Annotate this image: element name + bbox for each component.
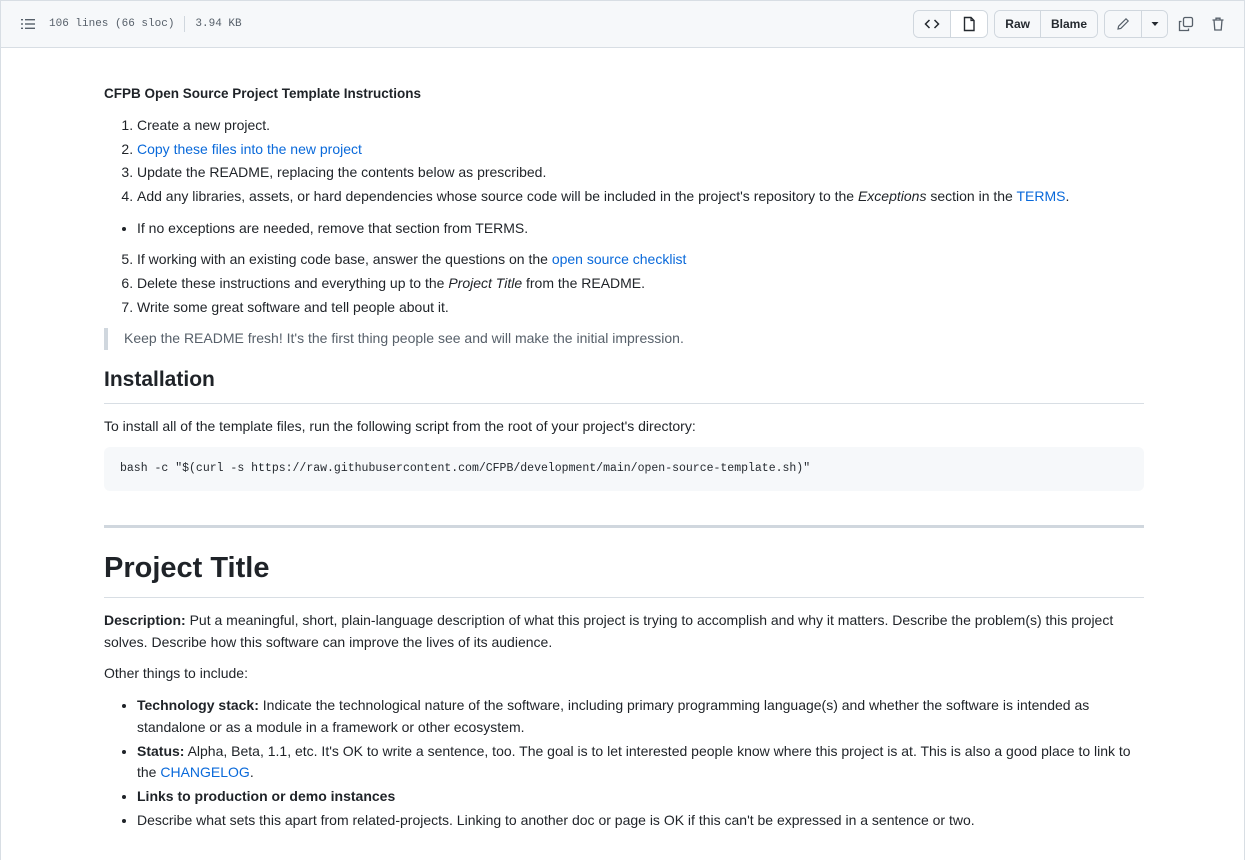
list-outline-icon: [21, 19, 35, 29]
view-toggle: [913, 10, 989, 38]
include-list: Technology stack: Indicate the technolog…: [104, 695, 1144, 831]
install-command-block: bash -c "$(curl -s https://raw.githubuse…: [104, 447, 1144, 492]
step-6: Delete these instructions and everything…: [137, 273, 1144, 295]
display-source-button[interactable]: [914, 11, 951, 37]
file-info: 106 lines (66 sloc) 3.94 KB: [49, 16, 242, 32]
edit-button[interactable]: [1105, 11, 1141, 37]
step-2: Copy these files into the new project: [137, 139, 1144, 161]
include-item-text: Alpha, Beta, 1.1, etc. It's OK to write …: [137, 742, 1131, 781]
step-1: Create a new project.: [137, 115, 1144, 137]
include-item-label: Links to production or demo instances: [137, 787, 396, 804]
include-item-technology-stack: Technology stack: Indicate the technolog…: [137, 695, 1144, 738]
include-item-text: .: [249, 764, 254, 781]
instructions-list-b: If working with an existing code base, a…: [104, 249, 1144, 318]
section-divider: [104, 525, 1144, 529]
pencil-icon: [1117, 17, 1130, 30]
other-things-text: Other things to include:: [104, 665, 248, 682]
instructions-title: CFPB Open Source Project Template Instru…: [104, 86, 422, 101]
project-title-heading: Project Title: [104, 546, 1144, 599]
description-paragraph: Description: Put a meaningful, short, pl…: [104, 610, 1144, 653]
open-source-checklist-link[interactable]: open source checklist: [552, 251, 687, 267]
step-text: If working with an existing code base, a…: [137, 251, 552, 268]
edit-dropdown-button[interactable]: [1141, 11, 1167, 37]
exceptions-note: If no exceptions are needed, remove that…: [137, 218, 1144, 240]
file-actions: Raw Blame: [907, 10, 1232, 38]
exceptions-note-list: If no exceptions are needed, remove that…: [104, 218, 1144, 240]
caret-down-icon: [1151, 22, 1158, 26]
step-text: Update the README, replacing the content…: [137, 164, 547, 181]
copy-icon: [1178, 16, 1194, 32]
step-3: Update the README, replacing the content…: [137, 162, 1144, 184]
raw-button[interactable]: Raw: [995, 11, 1040, 37]
step-text: Write some great software and tell peopl…: [137, 298, 449, 315]
line-count: 106 lines (66 sloc): [49, 18, 175, 30]
step-text: Create a new project.: [137, 116, 271, 133]
divider: [184, 16, 186, 32]
raw-blame-group: Raw Blame: [994, 10, 1098, 38]
file-size: 3.94 KB: [195, 18, 242, 30]
step-5: If working with an existing code base, a…: [137, 249, 1144, 271]
file-header: 106 lines (66 sloc) 3.94 KB Raw Blame: [1, 0, 1244, 48]
include-item-text: Describe what sets this apart from relat…: [137, 811, 975, 828]
project-title-emphasis: Project Title: [448, 275, 523, 292]
step-7: Write some great software and tell peopl…: [137, 297, 1144, 319]
include-item-links: Links to production or demo instances: [137, 786, 1144, 808]
include-item-text: Indicate the technological nature of the…: [137, 697, 1090, 735]
include-item-label: Technology stack:: [137, 697, 259, 714]
code-icon: [924, 19, 940, 29]
delete-button[interactable]: [1204, 11, 1232, 37]
copy-files-link[interactable]: Copy these files into the new project: [137, 141, 362, 157]
include-item-label: Status:: [137, 742, 185, 759]
readme-content: CFPB Open Source Project Template Instru…: [104, 78, 1144, 841]
description-text: Put a meaningful, short, plain-language …: [104, 612, 1114, 650]
trash-icon: [1212, 17, 1224, 31]
display-rendered-button[interactable]: [950, 11, 988, 37]
readme-tip-quote: Keep the README fresh! It's the first th…: [104, 328, 1144, 351]
outline-button[interactable]: [15, 11, 41, 37]
step-text: .: [1065, 187, 1070, 204]
step-text: from the README.: [522, 275, 646, 292]
installation-text: To install all of the template files, ru…: [104, 417, 696, 434]
step-text: section in the: [926, 187, 1017, 204]
blame-button[interactable]: Blame: [1039, 11, 1097, 37]
include-item-status: Status: Alpha, Beta, 1.1, etc. It's OK t…: [137, 741, 1144, 784]
changelog-link[interactable]: CHANGELOG: [160, 764, 249, 780]
instructions-list-a: Create a new project. Copy these files i…: [104, 115, 1144, 208]
file-icon: [964, 16, 975, 32]
step-text: Delete these instructions and everything…: [137, 275, 449, 292]
copy-button[interactable]: [1172, 11, 1200, 37]
exceptions-emphasis: Exceptions: [857, 187, 927, 204]
edit-group: [1104, 10, 1168, 38]
installation-heading: Installation: [104, 364, 1144, 404]
description-label: Description:: [104, 612, 186, 629]
step-text: Add any libraries, assets, or hard depen…: [137, 187, 858, 204]
include-item-related: Describe what sets this apart from relat…: [137, 810, 1144, 832]
step-4: Add any libraries, assets, or hard depen…: [137, 186, 1144, 208]
terms-link[interactable]: TERMS: [1016, 188, 1065, 204]
